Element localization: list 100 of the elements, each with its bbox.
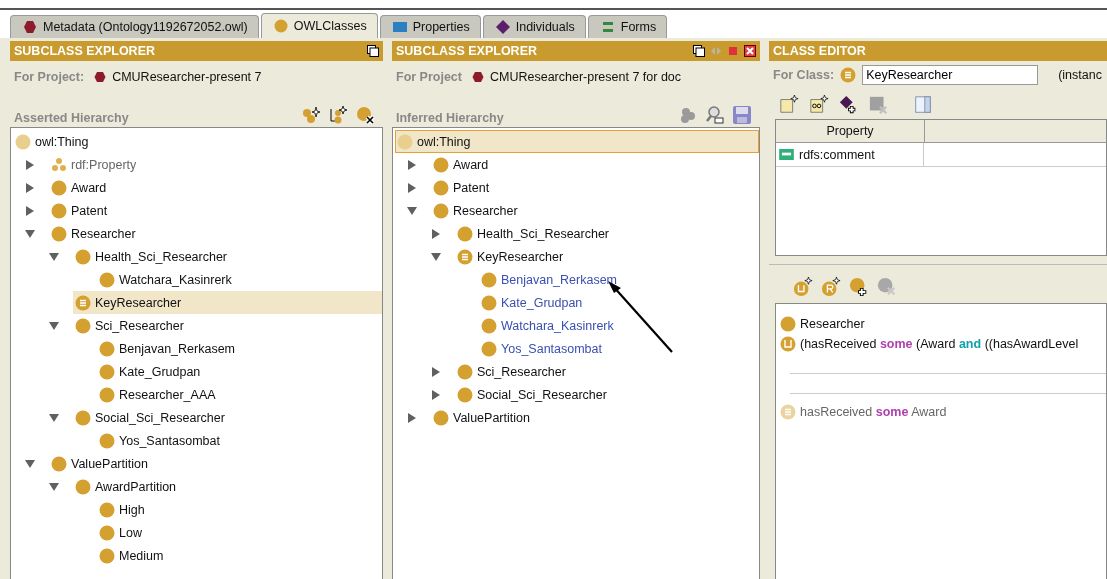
tree-item[interactable]: Patent xyxy=(49,199,382,222)
instances-label: (instanc xyxy=(1058,68,1102,82)
add-class-icon[interactable] xyxy=(301,105,321,125)
hexagon-icon xyxy=(472,71,484,83)
tree-item[interactable]: Social_Sci_Researcher xyxy=(73,406,382,429)
tree-item[interactable]: owl:Thing xyxy=(395,130,759,153)
defined-class-icon xyxy=(780,404,796,420)
project-label: For Project xyxy=(396,70,462,84)
expanded-toggle-icon[interactable] xyxy=(25,458,35,469)
collapsed-toggle-icon[interactable] xyxy=(431,228,441,239)
search-icon[interactable] xyxy=(705,105,725,125)
circle-icon xyxy=(75,248,91,265)
tree-item[interactable]: Researcher_AAA xyxy=(97,383,382,406)
tree-item[interactable]: Award xyxy=(49,176,382,199)
circle-icon xyxy=(51,202,67,219)
tree-item[interactable]: Watchara_Kasinrerk xyxy=(97,268,382,291)
tree-item[interactable]: KeyResearcher xyxy=(73,291,382,314)
circle-icon xyxy=(99,271,115,288)
circle-icon xyxy=(99,524,115,541)
close-icon[interactable] xyxy=(744,45,756,57)
project-name: CMUResearcher-present 7 xyxy=(112,70,262,84)
tree-item[interactable]: Researcher xyxy=(431,199,759,222)
tab[interactable]: OWLClasses xyxy=(260,13,378,38)
tab[interactable]: Forms xyxy=(587,15,668,38)
tree-item[interactable]: Yos_Santasombat xyxy=(479,337,759,360)
collapsed-toggle-icon[interactable] xyxy=(431,389,441,400)
delete-class-icon[interactable] xyxy=(355,105,375,125)
expanded-toggle-icon[interactable] xyxy=(49,251,59,262)
tree-item[interactable]: Health_Sci_Researcher xyxy=(73,245,382,268)
window-icon[interactable] xyxy=(367,45,379,57)
defined-class-icon xyxy=(840,67,857,83)
tree-item[interactable]: Award xyxy=(431,153,759,176)
collapsed-toggle-icon[interactable] xyxy=(407,182,417,193)
expanded-toggle-icon[interactable] xyxy=(49,481,59,492)
add-class-icon[interactable] xyxy=(849,277,869,297)
condition-expression[interactable]: hasReceived some Award xyxy=(780,402,1106,422)
add-restriction-icon[interactable] xyxy=(821,277,841,297)
columns-icon[interactable] xyxy=(913,95,933,115)
tab[interactable]: Individuals xyxy=(482,15,586,38)
panel-title: SUBCLASS EXPLORER xyxy=(14,44,155,58)
condition-expression[interactable]: (hasReceived some (Award and ((hasAwardLevel xyxy=(780,334,1106,354)
expanded-toggle-icon[interactable] xyxy=(407,205,417,216)
tree-item[interactable]: Yos_Santasombat xyxy=(97,429,382,452)
tree-item[interactable]: Researcher xyxy=(49,222,382,245)
circle-icon xyxy=(99,340,115,357)
note-icon[interactable] xyxy=(779,95,799,115)
tree-item[interactable]: Watchara_Kasinrerk xyxy=(479,314,759,337)
hexagon-icon xyxy=(94,71,107,83)
tree-item[interactable]: Sci_Researcher xyxy=(455,360,759,383)
tab[interactable]: Properties xyxy=(379,15,481,38)
tree-item[interactable]: Kate_Grudpan xyxy=(479,291,759,314)
tree-item[interactable]: Benjavan_Rerkasem xyxy=(97,337,382,360)
form-icon xyxy=(600,20,615,34)
tree-item[interactable]: Benjavan_Rerkasem xyxy=(479,268,759,291)
tree-item[interactable]: owl:Thing xyxy=(13,130,382,153)
circle-icon xyxy=(433,202,449,219)
panel-title: SUBCLASS EXPLORER xyxy=(396,44,537,58)
tree-item[interactable]: Social_Sci_Researcher xyxy=(455,383,759,406)
tree-item[interactable]: Sci_Researcher xyxy=(73,314,382,337)
save-icon[interactable] xyxy=(732,105,752,125)
tree-item[interactable]: Medium xyxy=(97,544,382,567)
window-icon[interactable] xyxy=(693,45,705,57)
tree-item[interactable]: ValuePartition xyxy=(49,452,382,475)
collapsed-toggle-icon[interactable] xyxy=(431,366,441,377)
note-icon[interactable] xyxy=(809,95,829,115)
expanded-toggle-icon[interactable] xyxy=(49,412,59,423)
expanded-toggle-icon[interactable] xyxy=(25,228,35,239)
circle-icon xyxy=(99,547,115,564)
class-name-field[interactable]: KeyResearcher xyxy=(862,65,1039,85)
tree-item[interactable]: High xyxy=(97,498,382,521)
collapsed-toggle-icon[interactable] xyxy=(25,205,35,216)
circle-icon xyxy=(397,133,413,150)
tree-item[interactable]: rdf:Property xyxy=(49,153,382,176)
collapsed-toggle-icon[interactable] xyxy=(407,412,417,423)
tree-item[interactable]: KeyResearcher xyxy=(455,245,759,268)
circle-icon xyxy=(273,19,288,33)
collapsed-toggle-icon[interactable] xyxy=(25,159,35,170)
tree-item[interactable]: ValuePartition xyxy=(431,406,759,429)
tree-item[interactable]: Low xyxy=(97,521,382,544)
panel-title: CLASS EDITOR xyxy=(773,44,866,58)
circle-icon xyxy=(15,133,31,150)
expanded-toggle-icon[interactable] xyxy=(431,251,441,262)
circle-icon xyxy=(99,501,115,518)
annotation-property-icon xyxy=(779,149,794,160)
tree-item[interactable]: AwardPartition xyxy=(73,475,382,498)
add-subclass-icon[interactable] xyxy=(328,105,348,125)
circle-icon xyxy=(433,179,449,196)
rectangle-icon xyxy=(392,20,407,34)
expanded-toggle-icon[interactable] xyxy=(49,320,59,331)
circle-icon xyxy=(780,316,796,332)
circle-icon xyxy=(481,294,497,311)
add-union-icon[interactable] xyxy=(793,277,813,297)
condition-expression[interactable]: Researcher xyxy=(780,314,1106,334)
tree-item[interactable]: Health_Sci_Researcher xyxy=(455,222,759,245)
tree-item[interactable]: Kate_Grudpan xyxy=(97,360,382,383)
collapsed-toggle-icon[interactable] xyxy=(407,159,417,170)
collapsed-toggle-icon[interactable] xyxy=(25,182,35,193)
project-name: CMUResearcher-present 7 for doc xyxy=(490,70,682,84)
tree-item[interactable]: Patent xyxy=(431,176,759,199)
tab[interactable]: Metadata (Ontology1192672052.owl) xyxy=(10,15,259,38)
